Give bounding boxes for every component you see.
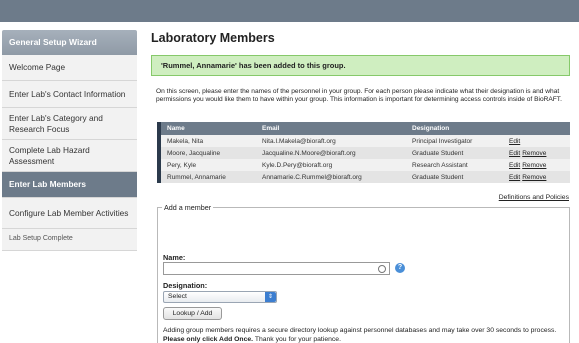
member-designation: Graduate Student [406,171,503,183]
designation-select[interactable]: Select ⇕ [163,291,277,303]
remove-link[interactable]: Remove [522,174,546,181]
edit-link[interactable]: Edit [509,150,520,157]
top-bar [0,0,579,22]
column-header-designation: Designation [406,122,503,135]
members-table: Name Email Designation Makela, Nita Nita… [157,122,570,183]
table-row: Moore, Jacqualine Jacqualine.N.Moore@bio… [157,147,570,159]
edit-link[interactable]: Edit [509,138,520,145]
sidebar-item-contact-info[interactable]: Enter Lab's Contact Information [2,81,137,108]
table-header-row: Name Email Designation [157,122,570,135]
help-icon[interactable]: ? [395,263,405,273]
definitions-policies-link[interactable]: Definitions and Policies [499,194,569,201]
row-actions: Edit Remove [503,159,570,171]
setup-wizard-sidebar: General Setup Wizard Welcome Page Enter … [2,30,137,251]
note-text: Adding group members requires a secure d… [163,327,557,334]
table-row: Pery, Kyle Kyle.D.Pery@bioraft.org Resea… [157,159,570,171]
edit-link[interactable]: Edit [509,162,520,169]
member-name: Makela, Nita [161,135,256,147]
sidebar-item-category[interactable]: Enter Lab's Category and Research Focus [2,108,137,140]
member-name: Rummel, Annamarie [161,171,256,183]
member-email: Nita.I.Makela@bioraft.org [256,135,406,147]
clear-icon[interactable] [378,265,386,273]
add-member-legend: Add a member [162,203,214,212]
table-row: Rummel, Annamarie Annamarie.C.Rummel@bio… [157,171,570,183]
sidebar-item-hazard-assessment[interactable]: Complete Lab Hazard Assessment [2,140,137,172]
note-warning: Please only click Add Once. [163,336,254,343]
page-title: Laboratory Members [151,31,275,45]
row-actions: Edit Remove [503,147,570,159]
lookup-add-button[interactable]: Lookup / Add [163,307,222,320]
remove-link[interactable]: Remove [522,150,546,157]
designation-label: Designation: [163,281,208,290]
sidebar-header: General Setup Wizard [2,30,137,55]
sidebar-item-lab-members[interactable]: Enter Lab Members [2,172,137,198]
sidebar-item-setup-complete[interactable]: Lab Setup Complete [2,229,137,251]
main-content: Laboratory Members 'Rummel, Annamarie' h… [151,30,571,343]
member-name: Pery, Kyle [161,159,256,171]
sidebar-item-welcome[interactable]: Welcome Page [2,55,137,81]
remove-link[interactable]: Remove [522,162,546,169]
lookup-note: Adding group members requires a secure d… [163,326,568,343]
designation-selected-value: Select [168,293,187,300]
column-header-email: Email [256,122,406,135]
row-actions: Edit Remove [503,171,570,183]
success-alert: 'Rummel, Annamarie' has been added to th… [151,55,570,76]
chevron-updown-icon: ⇕ [265,292,276,302]
edit-link[interactable]: Edit [509,174,520,181]
add-member-fieldset: Add a member Name: ? Designation: Select… [157,203,570,343]
row-actions: Edit [503,135,570,147]
table-row: Makela, Nita Nita.I.Makela@bioraft.org P… [157,135,570,147]
member-name: Moore, Jacqualine [161,147,256,159]
column-header-name: Name [161,122,256,135]
member-designation: Principal Investigator [406,135,503,147]
sidebar-item-member-activities[interactable]: Configure Lab Member Activities [2,198,137,229]
member-email: Kyle.D.Pery@bioraft.org [256,159,406,171]
member-designation: Research Assistant [406,159,503,171]
name-label: Name: [163,253,186,262]
note-thanks: Thank you for your patience. [254,336,341,343]
column-header-actions [503,122,570,135]
member-designation: Graduate Student [406,147,503,159]
intro-text: On this screen, please enter the names o… [156,88,562,103]
member-email: Jacqualine.N.Moore@bioraft.org [256,147,406,159]
name-input[interactable] [163,262,390,275]
member-email: Annamarie.C.Rummel@bioraft.org [256,171,406,183]
